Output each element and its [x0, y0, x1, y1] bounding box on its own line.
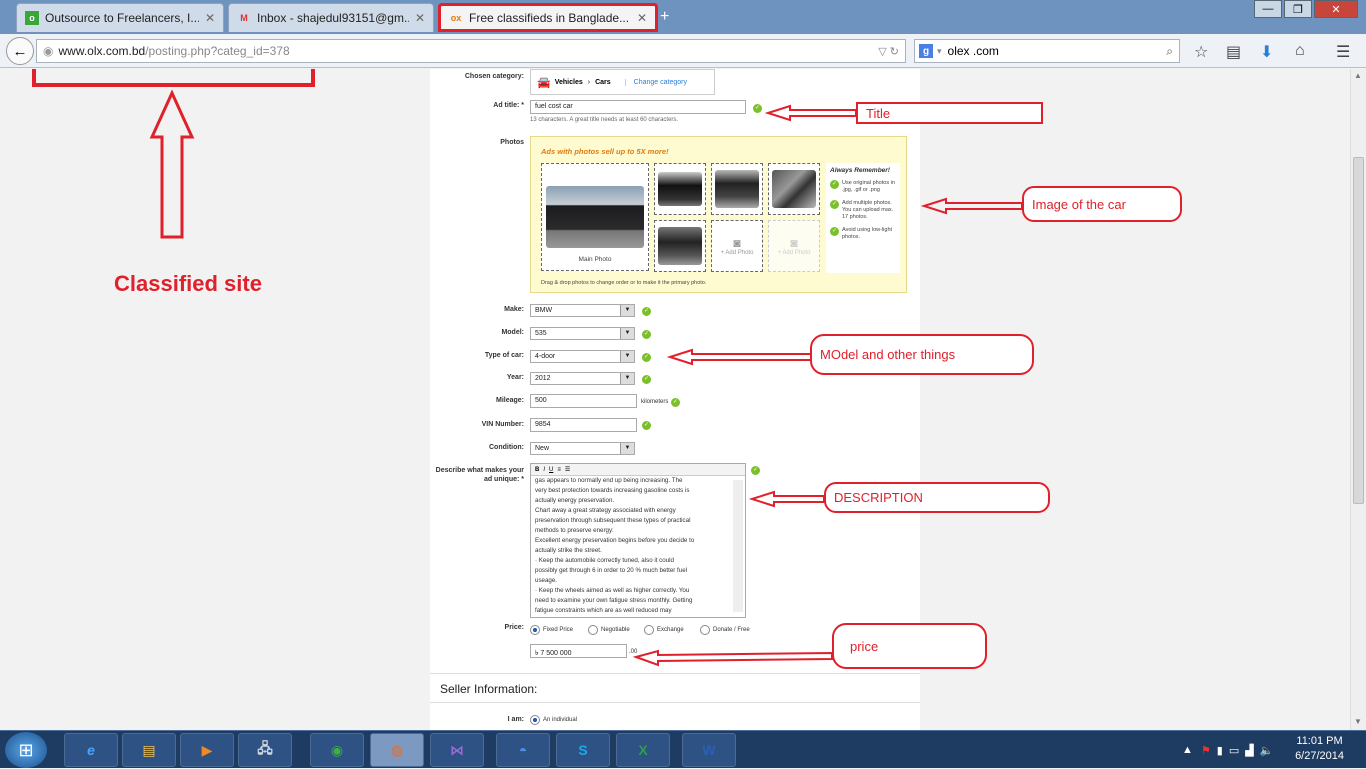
clock-date: 6/27/2014	[1295, 750, 1344, 762]
tab-freelancer[interactable]: o Outsource to Freelancers, I... ✕	[16, 3, 224, 32]
flag-icon[interactable]: ⚑	[1201, 744, 1211, 757]
browser-tab-bar: o Outsource to Freelancers, I... ✕ M Inb…	[0, 0, 1366, 34]
tray-arrow-icon[interactable]: ▲	[1182, 744, 1193, 756]
scroll-up-icon[interactable]: ▲	[1354, 71, 1362, 80]
google-icon: g	[919, 44, 933, 58]
search-bar[interactable]: g ▾ olex .com ⌕	[914, 39, 1180, 63]
volume-icon[interactable]: 🔈	[1260, 744, 1274, 757]
monitor-icon[interactable]: ▭	[1229, 744, 1239, 757]
home-icon[interactable]: ⌂	[1295, 42, 1305, 60]
media-player-icon[interactable]: ▶	[180, 733, 234, 767]
bookmarks-list-icon[interactable]: ▤	[1226, 42, 1241, 62]
window-controls: — ❐ ✕	[1252, 0, 1358, 18]
power-icon[interactable]: ▮	[1217, 744, 1223, 757]
skype-icon[interactable]: S	[556, 733, 610, 767]
tab-olx[interactable]: ox Free classifieds in Banglade... ✕	[438, 3, 658, 32]
address-bar[interactable]: ◉ www.olx.com.bd/posting.php?categ_id=37…	[36, 39, 906, 63]
page-content: Chosen category: 🚘 Vehicles › Cars Chang…	[0, 69, 1350, 730]
minimize-button[interactable]: —	[1254, 0, 1282, 18]
excel-icon[interactable]: X	[616, 733, 670, 767]
scrollbar-thumb[interactable]	[1353, 157, 1364, 504]
clock-time: 11:01 PM	[1296, 735, 1343, 747]
freelancer-icon: o	[25, 11, 39, 25]
word-icon[interactable]: W	[682, 733, 736, 767]
annotation-price: price	[832, 623, 987, 669]
chrome-icon[interactable]: ◉	[310, 733, 364, 767]
navigation-toolbar: ← ◉ www.olx.com.bd/posting.php?categ_id=…	[0, 34, 1366, 68]
close-icon[interactable]: ✕	[415, 11, 425, 25]
start-button[interactable]: ⊞	[5, 732, 47, 768]
annotation-arrows	[149, 89, 1023, 667]
tab-gmail[interactable]: M Inbox - shajedul93151@gm... ✕	[228, 3, 434, 32]
new-tab-button[interactable]: +	[660, 8, 669, 26]
app-icon[interactable]: ◓	[496, 733, 550, 767]
page-scrollbar[interactable]: ▲ ▼	[1350, 69, 1366, 730]
bookmark-star-icon[interactable]: ☆	[1194, 42, 1208, 62]
annotation-image: Image of the car	[1022, 186, 1182, 222]
signal-icon[interactable]: ▟	[1245, 744, 1253, 757]
chevron-down-icon[interactable]: ▾	[937, 46, 942, 57]
close-window-button[interactable]: ✕	[1314, 0, 1358, 18]
reload-icon[interactable]: ▽ ↻	[878, 45, 899, 58]
tab-title: Outsource to Freelancers, I...	[45, 11, 199, 25]
network-icon[interactable]: 🖧	[238, 733, 292, 767]
annotation-description: DESCRIPTION	[824, 482, 1050, 513]
close-icon[interactable]: ✕	[637, 11, 647, 25]
gmail-icon: M	[240, 13, 248, 23]
url-host: www.olx.com.bd	[58, 44, 146, 58]
globe-icon: ◉	[43, 44, 54, 58]
tab-title: Inbox - shajedul93151@gm...	[257, 11, 409, 25]
back-button[interactable]: ←	[6, 37, 34, 65]
visual-studio-icon[interactable]: ⋈	[430, 733, 484, 767]
maximize-button[interactable]: ❐	[1284, 0, 1312, 18]
search-icon[interactable]: ⌕	[1166, 44, 1173, 59]
annotation-model: MOdel and other things	[810, 334, 1034, 375]
windows-taskbar: ⊞ e ▤ ▶ 🖧 ◉ ◍ ⋈ ◓ S X W ▲ ⚑ ▮ ▭ ▟ 🔈 11:0…	[0, 730, 1366, 768]
annotation-title: Title	[856, 102, 1043, 124]
clock[interactable]: 11:01 PM 6/27/2014	[1295, 734, 1344, 764]
annotation-classified-site: Classified site	[114, 271, 262, 296]
ie-icon[interactable]: e	[64, 733, 118, 767]
scroll-down-icon[interactable]: ▼	[1354, 717, 1362, 726]
close-icon[interactable]: ✕	[205, 11, 215, 25]
search-input[interactable]: olex .com	[948, 44, 999, 58]
tab-title: Free classifieds in Banglade...	[469, 10, 630, 25]
menu-icon[interactable]: ☰	[1336, 42, 1350, 62]
download-icon[interactable]: ⬇	[1260, 42, 1273, 62]
explorer-icon[interactable]: ▤	[122, 733, 176, 767]
firefox-icon[interactable]: ◍	[370, 733, 424, 767]
url-path: /posting.php?categ_id=378	[145, 44, 290, 58]
olx-icon: ox	[450, 12, 462, 23]
